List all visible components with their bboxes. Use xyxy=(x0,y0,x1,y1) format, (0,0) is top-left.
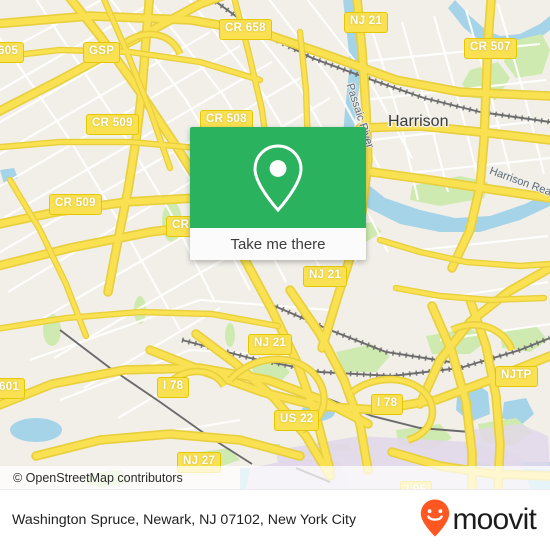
place-label: Harrison xyxy=(388,113,449,130)
take-me-there-button[interactable]: Take me there xyxy=(190,228,366,260)
map-pin-icon xyxy=(249,142,307,214)
footer-bar: Washington Spruce, Newark, NJ 07102, New… xyxy=(0,489,550,550)
osm-attribution-text: © OpenStreetMap contributors xyxy=(13,470,183,485)
road-shield: CR 509 xyxy=(49,194,102,215)
road-shield: I 78 xyxy=(157,377,190,398)
road-shield: GSP xyxy=(83,42,121,63)
map-canvas[interactable]: 605 GSP CR 658 NJ 21 CR 507 CR 509 CR 508 CR 50… xyxy=(0,0,550,489)
road-shield: CR 509 xyxy=(86,114,139,135)
take-me-there-label: Take me there xyxy=(230,235,326,253)
moovit-wordmark: moovit xyxy=(452,503,536,536)
road-shield: 605 xyxy=(0,42,25,63)
road-shield: US 22 xyxy=(274,410,320,431)
road-shield: NJTP xyxy=(495,366,538,387)
moovit-logo[interactable]: moovit xyxy=(420,499,550,542)
road-shield: CR 658 xyxy=(219,19,272,40)
road-shield: CR 507 xyxy=(464,38,517,59)
popup-image-area xyxy=(190,127,366,228)
map-screen: 605 GSP CR 658 NJ 21 CR 507 CR 509 CR 508 CR 50… xyxy=(0,0,550,550)
address-label: Washington Spruce, Newark, NJ 07102, New… xyxy=(12,511,357,528)
road-shield: NJ 21 xyxy=(248,334,293,355)
location-popup-card[interactable]: Take me there xyxy=(190,127,366,260)
road-shield: NJ 21 xyxy=(303,266,348,287)
road-shield: 601 xyxy=(0,378,26,399)
moovit-pin-smile-icon xyxy=(420,499,450,542)
osm-attribution-bar[interactable]: © OpenStreetMap contributors xyxy=(0,466,550,489)
road-shield: NJ 21 xyxy=(344,12,389,33)
road-shield: I 78 xyxy=(371,394,404,415)
